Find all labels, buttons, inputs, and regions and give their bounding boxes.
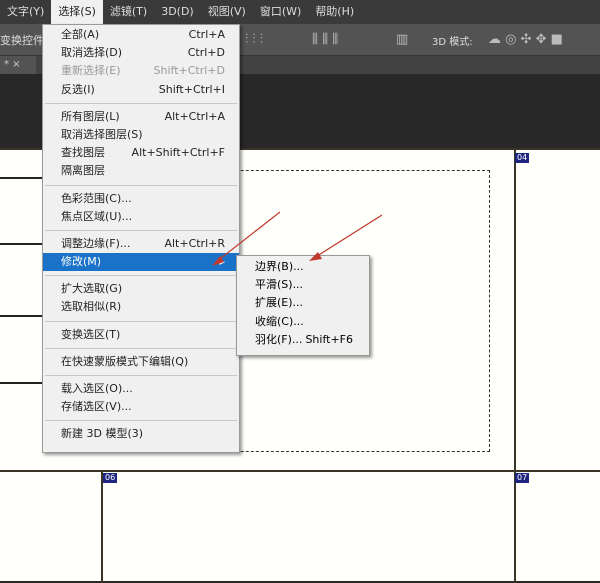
annotation-arrows [212, 211, 383, 266]
arrow-head [309, 252, 322, 261]
arrow-line [215, 211, 281, 263]
arrow-line [313, 214, 383, 259]
